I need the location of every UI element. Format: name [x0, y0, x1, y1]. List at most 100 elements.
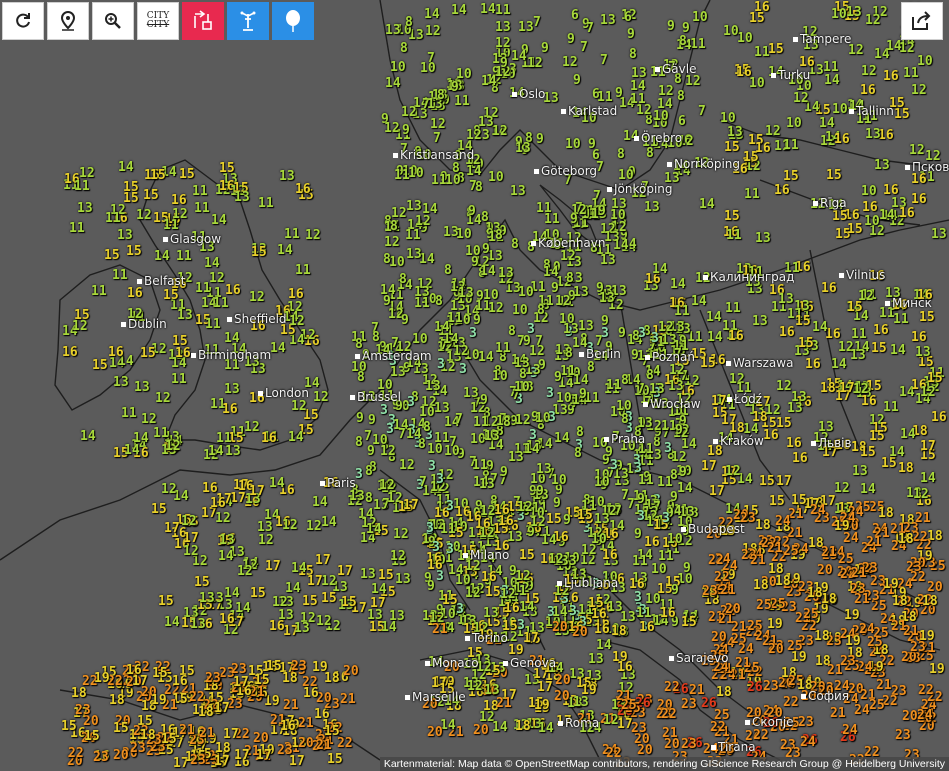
weather-map[interactable]: 12 14 8 13 13 8 13 10 9 13 13 9 14 8 13 13 11 10 10 14 9 7 10 1… [0, 0, 949, 771]
temperature-label: 14 [277, 243, 293, 258]
temperature-label: 14 [511, 49, 527, 64]
city-label: Kristiansand [400, 148, 475, 162]
temperature-label: 17 [711, 394, 727, 409]
temperature-label: 16 [591, 607, 607, 622]
temperature-label: 16 [269, 619, 285, 634]
city-label: Oslo [519, 87, 546, 101]
temperature-label: 17 [214, 754, 230, 769]
temperature-label: 8 [383, 252, 391, 267]
city-marker [503, 661, 508, 666]
temperature-label: 15 [546, 512, 562, 527]
route-button[interactable] [182, 2, 224, 40]
city-label: Poznań [652, 350, 696, 364]
temperature-label: 15 [768, 42, 784, 57]
temperature-label: 6 [678, 114, 686, 129]
temperature-label: 14 [573, 373, 589, 388]
city-marker [463, 553, 468, 558]
temperature-label: 13 [915, 345, 931, 360]
temperature-label: 15 [84, 729, 100, 744]
temperature-label: 9 [683, 561, 691, 576]
city-label: Karlstad [568, 104, 618, 118]
temperature-label: 26 [701, 696, 717, 711]
temperature-label: 15 [163, 288, 179, 303]
temperature-label: 16 [210, 496, 226, 511]
temperature-label: 13 [113, 375, 129, 390]
temperature-label: 14 [381, 620, 397, 635]
temperature-label: 14 [920, 471, 936, 486]
temperature-label: 3 [610, 458, 618, 473]
temperature-label: 12 [853, 382, 869, 397]
temperature-label: 19 [834, 519, 850, 534]
temperature-label: 18 [898, 461, 914, 476]
temperature-label: 13 [498, 266, 514, 281]
temperature-label: 13 [637, 416, 653, 431]
temperature-label: 16 [639, 620, 655, 635]
temperature-label: 14 [451, 3, 467, 18]
temperature-label: 8 [576, 425, 584, 440]
balloon-button[interactable] [272, 2, 314, 40]
temperature-label: 12 [527, 56, 543, 71]
temperature-label: 10 [667, 532, 683, 547]
city-marker [558, 721, 563, 726]
city-label: Ljubljana [564, 576, 619, 590]
temperature-label: 10 [786, 116, 802, 131]
temperature-label: 19 [312, 660, 328, 675]
temperature-label: 13 [279, 169, 295, 184]
temperature-label: 15 [194, 575, 210, 590]
temperature-label: 9 [368, 413, 376, 428]
station-button[interactable] [227, 2, 269, 40]
city-marker [557, 581, 562, 586]
temperature-label: 15 [158, 594, 174, 609]
temperature-label: 15 [847, 222, 863, 237]
share-button[interactable] [901, 2, 943, 40]
city-marker [727, 397, 732, 402]
temperature-label: 17 [214, 701, 230, 716]
temperature-label: 21 [866, 535, 882, 550]
temperature-label: 15 [442, 593, 458, 608]
temperature-label: 10 [514, 380, 530, 395]
temperature-label: 10 [645, 592, 661, 607]
temperature-label: 14 [519, 600, 535, 615]
temperature-label: 15 [179, 167, 195, 182]
temperature-label: 16 [883, 69, 899, 84]
temperature-label: 18 [716, 685, 732, 700]
temperature-label: 14 [406, 427, 422, 442]
temperature-label: 15 [254, 673, 270, 688]
temperature-label: 9 [675, 423, 683, 438]
temperature-label: 8 [574, 446, 582, 461]
temperature-label: 16 [219, 612, 235, 627]
temperature-label: 11 [754, 45, 770, 60]
city-toggle-button[interactable]: CITY CITY [137, 2, 179, 40]
temperature-label: 14 [208, 444, 224, 459]
city-label: Sheffield [234, 312, 287, 326]
temperature-label: 3 [407, 395, 415, 410]
location-button[interactable] [47, 2, 89, 40]
refresh-button[interactable] [2, 2, 44, 40]
temperature-label: 13 [406, 247, 422, 262]
city-label: Łódź [734, 392, 763, 406]
city-label: Jönköping [614, 182, 673, 196]
temperature-label: 14 [699, 197, 715, 212]
city-marker [227, 317, 232, 322]
city-marker [667, 162, 672, 167]
temperature-label: 23 [702, 584, 718, 599]
temperature-label: 11 [195, 281, 211, 296]
temperature-label: 10 [831, 7, 847, 22]
temperature-label: 16 [736, 65, 752, 80]
temperature-label: 14 [224, 586, 240, 601]
temperature-label: 20 [554, 689, 570, 704]
temperature-label: 11 [192, 184, 208, 199]
zoom-button[interactable] [92, 2, 134, 40]
temperature-label: 12 [465, 586, 481, 601]
temperature-label: 22 [708, 553, 724, 568]
temperature-label: 25 [869, 698, 885, 713]
temperature-label: 13 [507, 530, 523, 545]
city-label: Genova [510, 656, 557, 670]
temperature-label: 21 [854, 592, 870, 607]
temperature-label: 12 [858, 289, 874, 304]
temperature-label: 13 [852, 464, 868, 479]
temperature-label: 13 [536, 462, 552, 477]
temperature-label: 18 [611, 624, 627, 639]
temperature-label: 13 [425, 379, 441, 394]
temperature-label: 15 [123, 191, 139, 206]
